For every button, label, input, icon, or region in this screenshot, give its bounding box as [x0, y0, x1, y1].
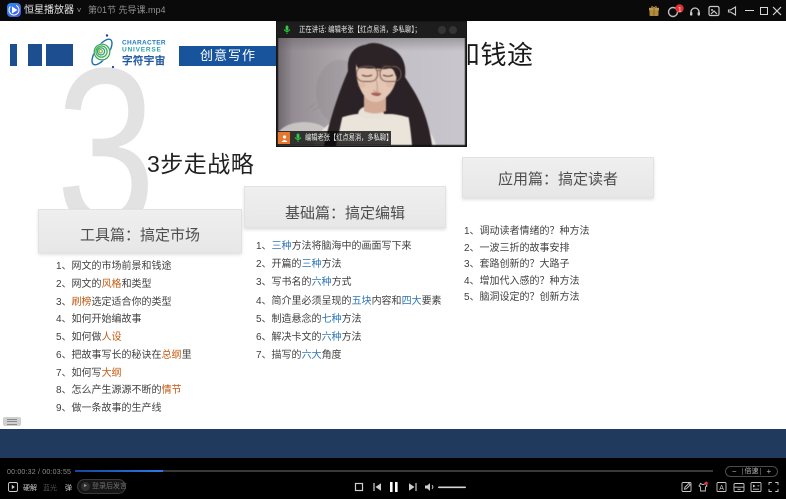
- svg-text:A: A: [719, 485, 724, 492]
- svg-text:UNIVERSE: UNIVERSE: [122, 47, 162, 54]
- svg-text:字符宇宙: 字符宇宙: [122, 54, 166, 67]
- svg-text:CHARACTER: CHARACTER: [122, 40, 166, 47]
- svg-text:1: 1: [678, 6, 682, 13]
